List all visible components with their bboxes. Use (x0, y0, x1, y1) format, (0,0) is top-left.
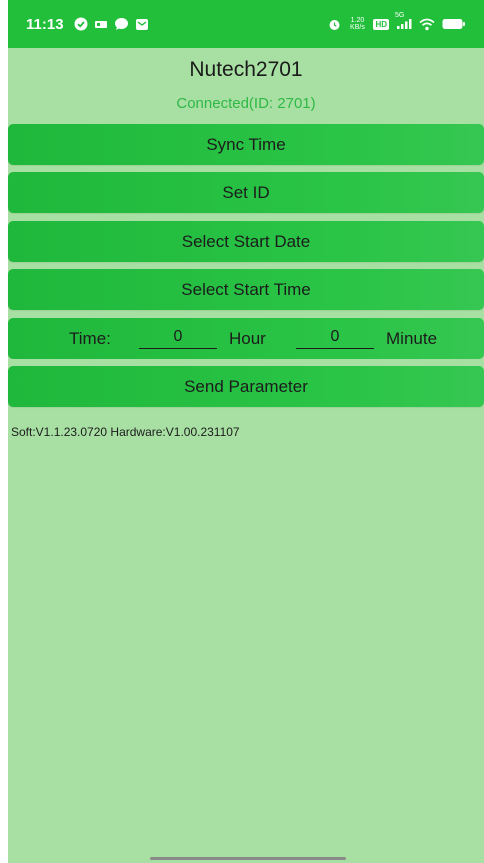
connection-status: Connected(ID: 2701) (176, 95, 316, 112)
app-screen: 11:13 1.20 KB/s HD 5G Nutech2701 Connect… (8, 0, 484, 863)
signal-icon: 5G (395, 12, 412, 30)
device-title: Nutech2701 (189, 58, 303, 81)
net-speed-text: 1.20 KB/s (350, 17, 365, 31)
alarm-icon (328, 18, 341, 31)
hour-input[interactable] (139, 326, 217, 349)
minute-label: Minute (386, 329, 438, 348)
select-start-time-button[interactable]: Select Start Time (8, 269, 484, 310)
hour-label: Hour (229, 329, 266, 348)
time-input-row: Time: Hour Minute (8, 318, 484, 359)
send-parameter-button[interactable]: Send Parameter (8, 366, 484, 407)
set-id-button[interactable]: Set ID (8, 172, 484, 213)
check-circle-icon (74, 17, 88, 31)
home-indicator[interactable] (150, 857, 346, 860)
select-start-date-button[interactable]: Select Start Date (8, 221, 484, 262)
chat-bubble-icon (114, 17, 129, 31)
version-info: Soft:V1.1.23.0720 Hardware:V1.00.231107 (11, 425, 240, 439)
status-left: 11:13 (26, 16, 149, 33)
hd-badge: HD (373, 18, 389, 30)
network-type-label: 5G (395, 12, 405, 19)
time-label: Time: (69, 329, 111, 348)
status-time: 11:13 (26, 15, 64, 33)
status-right: 1.20 KB/s HD 5G (328, 12, 466, 31)
minute-input[interactable] (296, 326, 374, 349)
message-icon (135, 18, 149, 31)
battery-icon (442, 18, 466, 30)
sim-icon (94, 18, 108, 30)
wifi-icon (419, 18, 435, 31)
sync-time-button[interactable]: Sync Time (8, 124, 484, 165)
status-bar: 11:13 1.20 KB/s HD 5G (8, 0, 484, 48)
